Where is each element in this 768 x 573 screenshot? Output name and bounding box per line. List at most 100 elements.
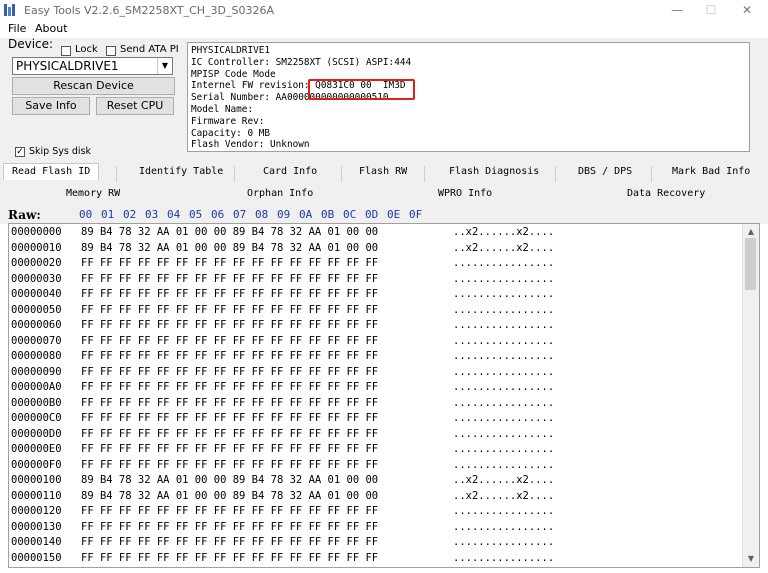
- column-header: 0A: [299, 208, 313, 221]
- column-header: 0D: [365, 208, 379, 221]
- hex-row-ascii: ................: [453, 505, 555, 517]
- lock-label: Lock: [75, 44, 98, 55]
- hex-row-ascii: ................: [453, 520, 555, 533]
- hex-row-ascii: ................: [453, 272, 555, 285]
- hex-row-addr: 00000040: [11, 288, 62, 300]
- window-title: Easy Tools V2.2.6_SM2258XT_CH_3D_S0326A: [24, 4, 274, 17]
- minimize-button[interactable]: —: [662, 2, 692, 18]
- tab-divider: [651, 166, 652, 182]
- skip-sys-disk-checkbox[interactable]: ✓: [15, 147, 25, 157]
- tab-divider: [116, 166, 117, 182]
- hex-row-ascii: ................: [453, 536, 555, 548]
- info-line-mode: MPISP Code Mode: [191, 68, 276, 80]
- hex-row-bytes: FF FF FF FF FF FF FF FF FF FF FF FF FF F…: [81, 365, 379, 378]
- device-info-box: PHYSICALDRIVE1 IC Controller: SM2258XT (…: [187, 42, 750, 152]
- hex-row-bytes: FF FF FF FF FF FF FF FF FF FF FF FF FF F…: [81, 334, 379, 347]
- info-line-capacity: Capacity: 0 MB: [191, 127, 271, 139]
- hex-row-addr: 00000100: [11, 474, 62, 486]
- chevron-down-icon[interactable]: ▼: [157, 58, 172, 74]
- column-header: 00: [79, 208, 93, 221]
- column-header: 06: [211, 208, 225, 221]
- save-info-button[interactable]: Save Info: [12, 97, 90, 115]
- hex-row-bytes: 89 B4 78 32 AA 01 00 00 89 B4 78 32 AA 0…: [81, 241, 379, 254]
- hex-dump-view[interactable]: 00000000 89 B4 78 32 AA 01 00 00 89 B4 78…: [8, 223, 760, 568]
- column-header: 0E: [387, 208, 401, 221]
- scrollbar-thumb[interactable]: [745, 238, 756, 290]
- hex-row-ascii: ..x2......x2....: [453, 474, 555, 486]
- tab-read-flash-id[interactable]: Read Flash ID: [3, 163, 100, 180]
- column-header: 03: [145, 208, 159, 221]
- hex-row-ascii: ..x2......x2....: [453, 489, 555, 502]
- column-header: 07: [233, 208, 247, 221]
- tab-dbs-dps[interactable]: DBS / DPS: [578, 166, 632, 177]
- tab-data-recovery[interactable]: Data Recovery: [627, 188, 705, 199]
- tab-flash-rw[interactable]: Flash RW: [359, 166, 407, 177]
- hex-row-bytes: FF FF FF FF FF FF FF FF FF FF FF FF FF F…: [81, 319, 379, 331]
- hex-row-addr: 00000090: [11, 365, 62, 378]
- hex-row-addr: 000000B0: [11, 396, 62, 409]
- menu-file[interactable]: File: [8, 22, 26, 35]
- column-header: 08: [255, 208, 269, 221]
- hex-row-bytes: FF FF FF FF FF FF FF FF FF FF FF FF FF F…: [81, 536, 379, 548]
- scroll-down-icon[interactable]: ▼: [743, 551, 759, 567]
- hex-row-bytes: FF FF FF FF FF FF FF FF FF FF FF FF FF F…: [81, 458, 379, 471]
- tab-divider: [424, 166, 425, 182]
- maximize-button[interactable]: ☐: [696, 2, 726, 18]
- hex-row-ascii: ................: [453, 427, 555, 440]
- menu-about[interactable]: About: [35, 22, 68, 35]
- hex-row-ascii: ................: [453, 319, 555, 331]
- hex-row-addr: 000000F0: [11, 458, 62, 471]
- tab-orphan-info[interactable]: Orphan Info: [247, 188, 313, 199]
- close-button[interactable]: ✕: [732, 2, 762, 18]
- hex-row-bytes: FF FF FF FF FF FF FF FF FF FF FF FF FF F…: [81, 288, 379, 300]
- tab-identify-table[interactable]: Identify Table: [139, 166, 223, 177]
- hex-row-addr: 000000C0: [11, 412, 62, 424]
- hex-row-bytes: FF FF FF FF FF FF FF FF FF FF FF FF FF F…: [81, 350, 379, 362]
- hex-row-addr: 00000050: [11, 303, 62, 316]
- hex-row-addr: 000000D0: [11, 427, 62, 440]
- hex-row-ascii: ..x2......x2....: [453, 241, 555, 254]
- hex-row-ascii: ................: [453, 412, 555, 424]
- hex-row-bytes: FF FF FF FF FF FF FF FF FF FF FF FF FF F…: [81, 303, 379, 316]
- send-ata-label: Send ATA PI: [120, 44, 179, 55]
- tab-card-info[interactable]: Card Info: [263, 166, 317, 177]
- hex-row-addr: 00000060: [11, 319, 62, 331]
- hex-row-addr: 00000120: [11, 505, 62, 517]
- tab-wpro-info[interactable]: WPRO Info: [438, 188, 492, 199]
- hex-row-addr: 00000020: [11, 257, 62, 269]
- tab-mark-bad-info[interactable]: Mark Bad Info: [672, 166, 750, 177]
- hex-row-bytes: FF FF FF FF FF FF FF FF FF FF FF FF FF F…: [81, 412, 379, 424]
- skip-sys-disk-label: Skip Sys disk: [29, 146, 91, 157]
- vertical-scrollbar[interactable]: ▲ ▼: [742, 224, 759, 567]
- hex-row-ascii: ................: [453, 334, 555, 347]
- send-ata-checkbox[interactable]: [106, 46, 116, 56]
- hex-row-bytes: FF FF FF FF FF FF FF FF FF FF FF FF FF F…: [81, 396, 379, 409]
- rescan-device-button[interactable]: Rescan Device: [12, 77, 175, 95]
- title-bar: Easy Tools V2.2.6_SM2258XT_CH_3D_S0326A …: [0, 0, 768, 20]
- hex-row-addr: 00000070: [11, 334, 62, 347]
- tab-divider: [341, 166, 342, 182]
- column-header: 01: [101, 208, 115, 221]
- hex-row-ascii: ................: [453, 381, 555, 393]
- device-group-label: Device:: [8, 37, 54, 51]
- reset-cpu-button[interactable]: Reset CPU: [96, 97, 174, 115]
- tab-divider: [555, 166, 556, 182]
- hex-row-ascii: ................: [453, 396, 555, 409]
- raw-label: Raw:: [8, 208, 41, 222]
- hex-row-addr: 00000130: [11, 520, 62, 533]
- hex-row-bytes: FF FF FF FF FF FF FF FF FF FF FF FF FF F…: [81, 272, 379, 285]
- hex-row-ascii: ..x2......x2....: [453, 226, 555, 238]
- tab-flash-diagnosis[interactable]: Flash Diagnosis: [449, 166, 539, 177]
- hex-row-addr: 00000110: [11, 489, 62, 502]
- hex-row-ascii: ................: [453, 458, 555, 471]
- app-icon: [4, 4, 17, 16]
- hex-row-bytes: FF FF FF FF FF FF FF FF FF FF FF FF FF F…: [81, 551, 379, 564]
- tab-divider: [234, 166, 235, 182]
- device-select[interactable]: PHYSICALDRIVE1 ▼: [12, 57, 173, 75]
- hex-row-ascii: ................: [453, 551, 555, 564]
- hex-row-addr: 00000010: [11, 241, 62, 254]
- lock-checkbox[interactable]: [61, 46, 71, 56]
- tab-memory-rw[interactable]: Memory RW: [66, 188, 120, 199]
- hex-row-ascii: ................: [453, 350, 555, 362]
- hex-row-bytes: FF FF FF FF FF FF FF FF FF FF FF FF FF F…: [81, 257, 379, 269]
